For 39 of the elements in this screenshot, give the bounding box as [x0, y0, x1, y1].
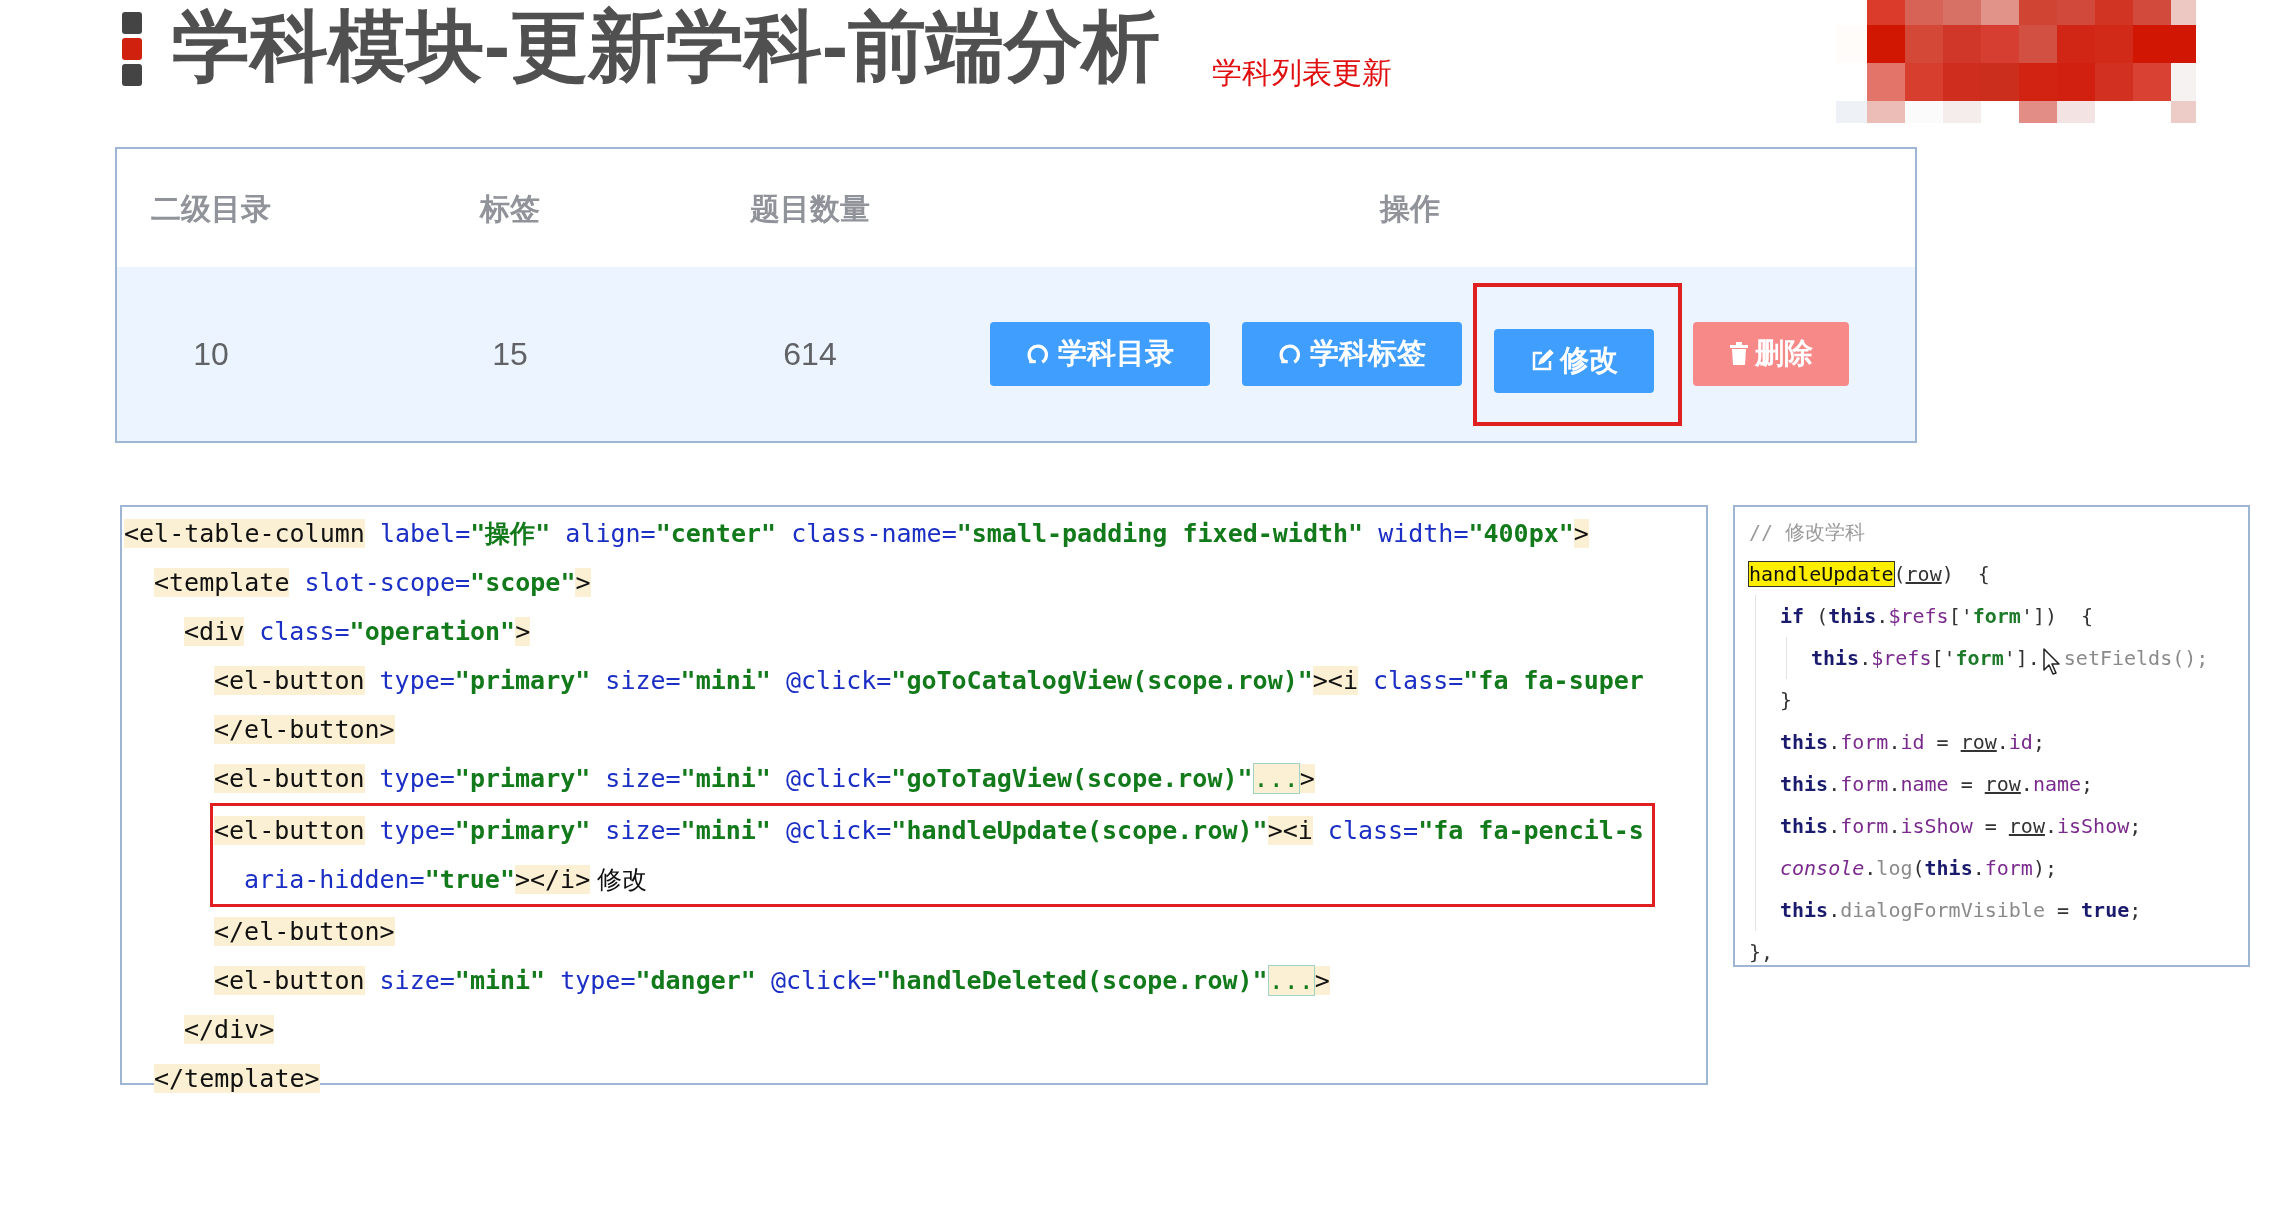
- code-line: console.log(this.form);: [1780, 855, 2057, 882]
- bullet-square: [122, 38, 142, 60]
- trash-icon: [1729, 342, 1749, 366]
- code-line: this.form.id = row.id;: [1780, 729, 2045, 756]
- bullet-square: [122, 12, 142, 34]
- action-button[interactable]: 修改: [1494, 328, 1654, 393]
- code-line: <el-button type="primary" size="mini" @click="goToTagView(scope.row)"...>: [214, 762, 1315, 796]
- code-line: this.$refs['form'].: [1811, 645, 2040, 672]
- code-line: handleUpdate(row) {: [1749, 561, 1990, 588]
- code-line: this.form.isShow = row.isShow;: [1780, 813, 2142, 840]
- column-header: 二级目录: [151, 190, 271, 227]
- code-line: <template slot-scope="scope">: [154, 567, 591, 599]
- mouse-pointer-icon: [2042, 648, 2061, 676]
- column-header: 标签: [480, 190, 540, 227]
- code-line: // 修改学科: [1749, 519, 1866, 546]
- code-line: <div class="operation">: [184, 616, 531, 648]
- slide-subtitle: 学科列表更新: [1211, 55, 1392, 91]
- code-line: <el-table-column label="操作" align="center" class-name="small-padding fixed-width" width="400px">: [124, 518, 1589, 550]
- slide-title: 学科模块-更新学科-前端分析: [172, 1, 1160, 92]
- code-line: }: [1780, 687, 1793, 714]
- code-line: <el-button type="primary" size="mini" @click="handleUpdate(scope.row)"><i class="fa fa-pencil-s: [214, 815, 1644, 847]
- action-button[interactable]: 学科标签: [1242, 322, 1462, 386]
- code-line: this.dialogFormVisible = true;: [1780, 897, 2142, 924]
- code-line: aria-hidden="true"></i> 修改: [244, 864, 648, 896]
- code-line: if (this.$refs['form']) {: [1780, 603, 2094, 630]
- code-line: setFields();: [2063, 645, 2209, 672]
- code-line: },: [1749, 939, 1774, 966]
- column-header: 操作: [1380, 190, 1440, 227]
- code-line: <el-button size="mini" type="danger" @click="handleDeleted(scope.row)"...>: [214, 964, 1330, 998]
- action-button[interactable]: 删除: [1693, 322, 1849, 386]
- code-line: this.form.name = row.name;: [1780, 771, 2094, 798]
- column-header: 题目数量: [750, 190, 870, 227]
- table-cell-text: 614: [783, 335, 837, 374]
- edit-icon: [1530, 348, 1554, 373]
- table-cell-text: 15: [492, 335, 528, 374]
- code-line: <el-button type="primary" size="mini" @click="goToCatalogView(scope.row)"><i class="fa fa-super: [214, 665, 1644, 697]
- table-cell-text: 10: [193, 335, 229, 374]
- bullet-square: [122, 64, 142, 86]
- action-button[interactable]: 学科目录: [990, 322, 1210, 386]
